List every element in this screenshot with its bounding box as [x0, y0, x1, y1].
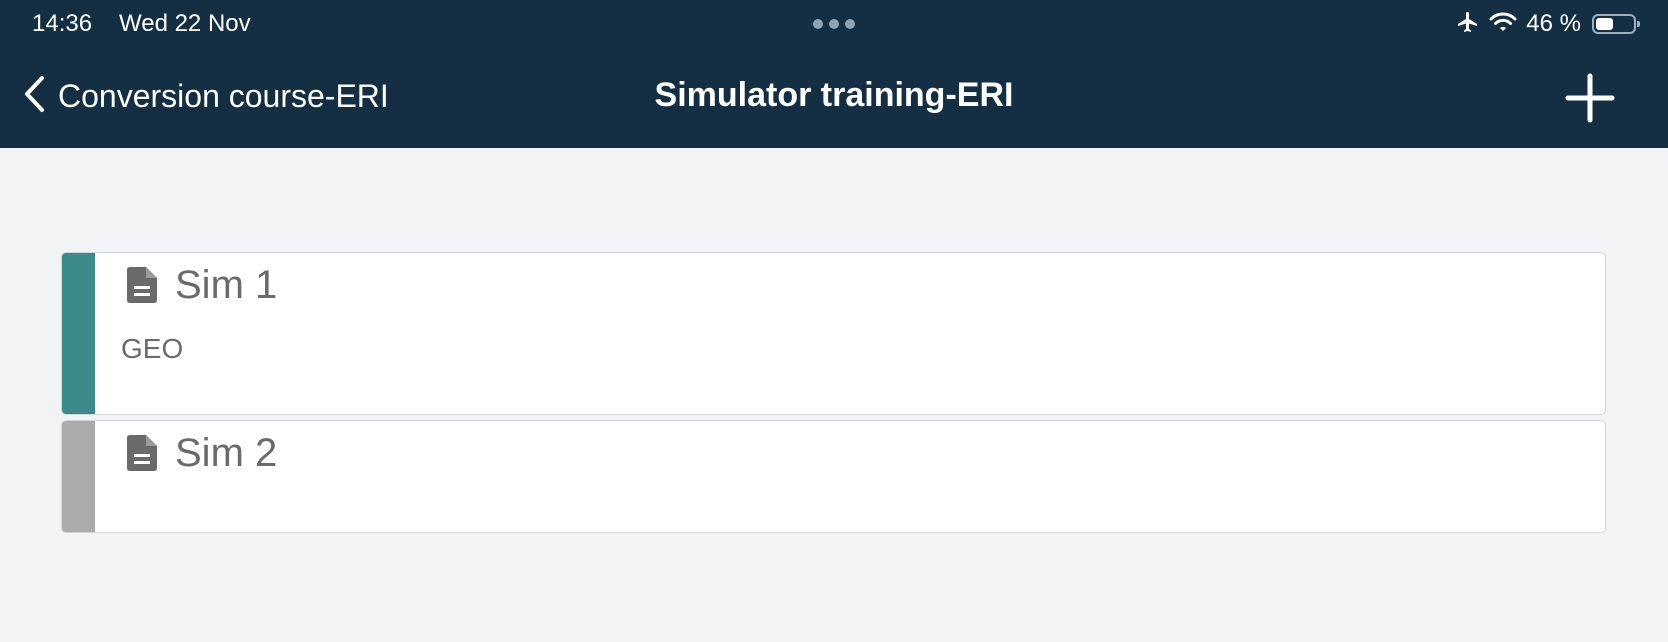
battery-level	[1596, 18, 1613, 30]
card-title: Sim 2	[175, 431, 278, 475]
document-icon	[127, 267, 157, 308]
session-list: Sim 1 GEO Sim 2	[0, 148, 1668, 642]
page-title: Simulator training-ERI	[654, 76, 1014, 114]
wifi-icon	[1489, 11, 1517, 38]
list-item-sim-1[interactable]: Sim 1 GEO	[61, 252, 1606, 415]
plus-icon	[1565, 73, 1615, 123]
status-bar: 14:36 Wed 22 Nov 46 %	[0, 0, 1668, 48]
card-accent-bar	[62, 253, 95, 414]
status-time: 14:36	[32, 10, 93, 37]
document-icon	[127, 435, 157, 476]
multitasking-dots-icon[interactable]	[813, 19, 855, 29]
app-header: 14:36 Wed 22 Nov 46 % Conversion course-…	[0, 0, 1668, 148]
battery-percentage: 46 %	[1526, 10, 1581, 37]
card-title: Sim 1	[175, 263, 278, 307]
airplane-icon	[1456, 10, 1480, 39]
card-accent-bar	[62, 421, 95, 532]
status-indicators: 46 %	[1456, 8, 1640, 40]
battery-icon	[1592, 14, 1640, 34]
list-item-sim-2[interactable]: Sim 2	[61, 420, 1606, 533]
status-date: Wed 22 Nov	[119, 10, 251, 37]
navigation-bar: Conversion course-ERI Simulator training…	[0, 48, 1668, 148]
add-button[interactable]	[1562, 70, 1618, 126]
card-subtitle: GEO	[121, 333, 184, 364]
